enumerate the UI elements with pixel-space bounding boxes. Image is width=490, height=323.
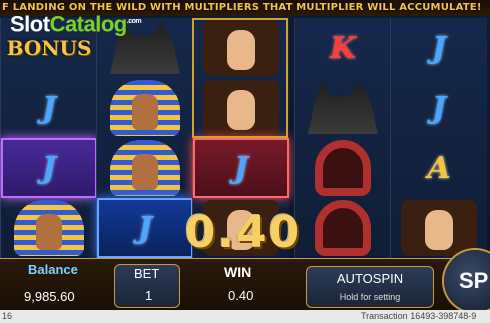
win-amount-banner: 0.40 bbox=[184, 207, 302, 258]
reel-cell: K bbox=[295, 18, 391, 78]
symbol-j: J bbox=[431, 30, 447, 66]
win-value: 0.40 bbox=[228, 288, 254, 303]
reel-cell bbox=[97, 78, 193, 138]
bet-value: 1 bbox=[145, 288, 153, 303]
reel-cell: J bbox=[1, 78, 97, 138]
reel-cell bbox=[295, 78, 391, 138]
logo-part-com: .com bbox=[126, 18, 142, 25]
balance-value: 9,985.60 bbox=[24, 289, 75, 304]
symbol-j: J bbox=[41, 90, 57, 126]
status-left-number: 16 bbox=[2, 311, 13, 321]
symbol-j: J bbox=[431, 90, 447, 126]
reel-column-5: JJA bbox=[390, 18, 487, 258]
symbol-cleopatra-icon bbox=[203, 20, 279, 76]
status-bar: 16 Transaction 16493-398748-9 bbox=[0, 310, 490, 323]
symbol-j: J bbox=[137, 210, 153, 246]
symbol-j: J bbox=[41, 150, 57, 186]
slot-game-screen: F LANDING ON THE WILD WITH MULTIPLIERS T… bbox=[0, 0, 490, 323]
reel-column-1: BONUS J J bbox=[0, 18, 97, 258]
symbol-bonus: BONUS bbox=[6, 36, 92, 60]
reel-cell: J bbox=[193, 138, 289, 198]
symbol-a: A bbox=[427, 150, 451, 186]
reel-cell: A bbox=[391, 138, 487, 198]
balance-label: Balance bbox=[28, 262, 78, 277]
bet-label: BET bbox=[134, 266, 160, 281]
reel-cell bbox=[391, 198, 487, 258]
reel-cell bbox=[295, 138, 391, 198]
autospin-button[interactable]: AUTOSPIN Hold for setting bbox=[306, 266, 434, 308]
symbol-pharaoh-icon bbox=[110, 140, 180, 196]
reel-cell: J bbox=[391, 78, 487, 138]
spin-label: SP bbox=[459, 268, 489, 293]
symbol-j: J bbox=[233, 150, 249, 186]
reel-cell: J bbox=[391, 18, 487, 78]
symbol-cobra-icon bbox=[315, 200, 371, 256]
reel-cell bbox=[1, 198, 97, 258]
reel-cell bbox=[97, 138, 193, 198]
reel-cell bbox=[193, 78, 289, 138]
win-label: WIN bbox=[224, 264, 252, 280]
symbol-k: K bbox=[329, 30, 357, 66]
reel-cell bbox=[193, 18, 289, 78]
symbol-cobra-icon bbox=[315, 140, 371, 196]
autospin-hint: Hold for setting bbox=[339, 292, 401, 302]
transaction-text: Transaction 16493-398748-9 bbox=[361, 311, 477, 321]
watermark-logo: SlotCatalog.com bbox=[10, 8, 142, 38]
reel-cell: J bbox=[1, 138, 97, 198]
symbol-pharaoh-icon bbox=[14, 200, 84, 256]
symbol-anubis-icon bbox=[308, 82, 378, 134]
logo-part-catalog: Catalog bbox=[49, 11, 128, 37]
autospin-label: AUTOSPIN bbox=[336, 271, 404, 286]
symbol-cleopatra-icon bbox=[203, 80, 279, 136]
symbol-cleopatra-icon bbox=[401, 200, 477, 256]
symbol-pharaoh-icon bbox=[110, 80, 180, 136]
logo-part-slot: Slot bbox=[10, 11, 50, 37]
